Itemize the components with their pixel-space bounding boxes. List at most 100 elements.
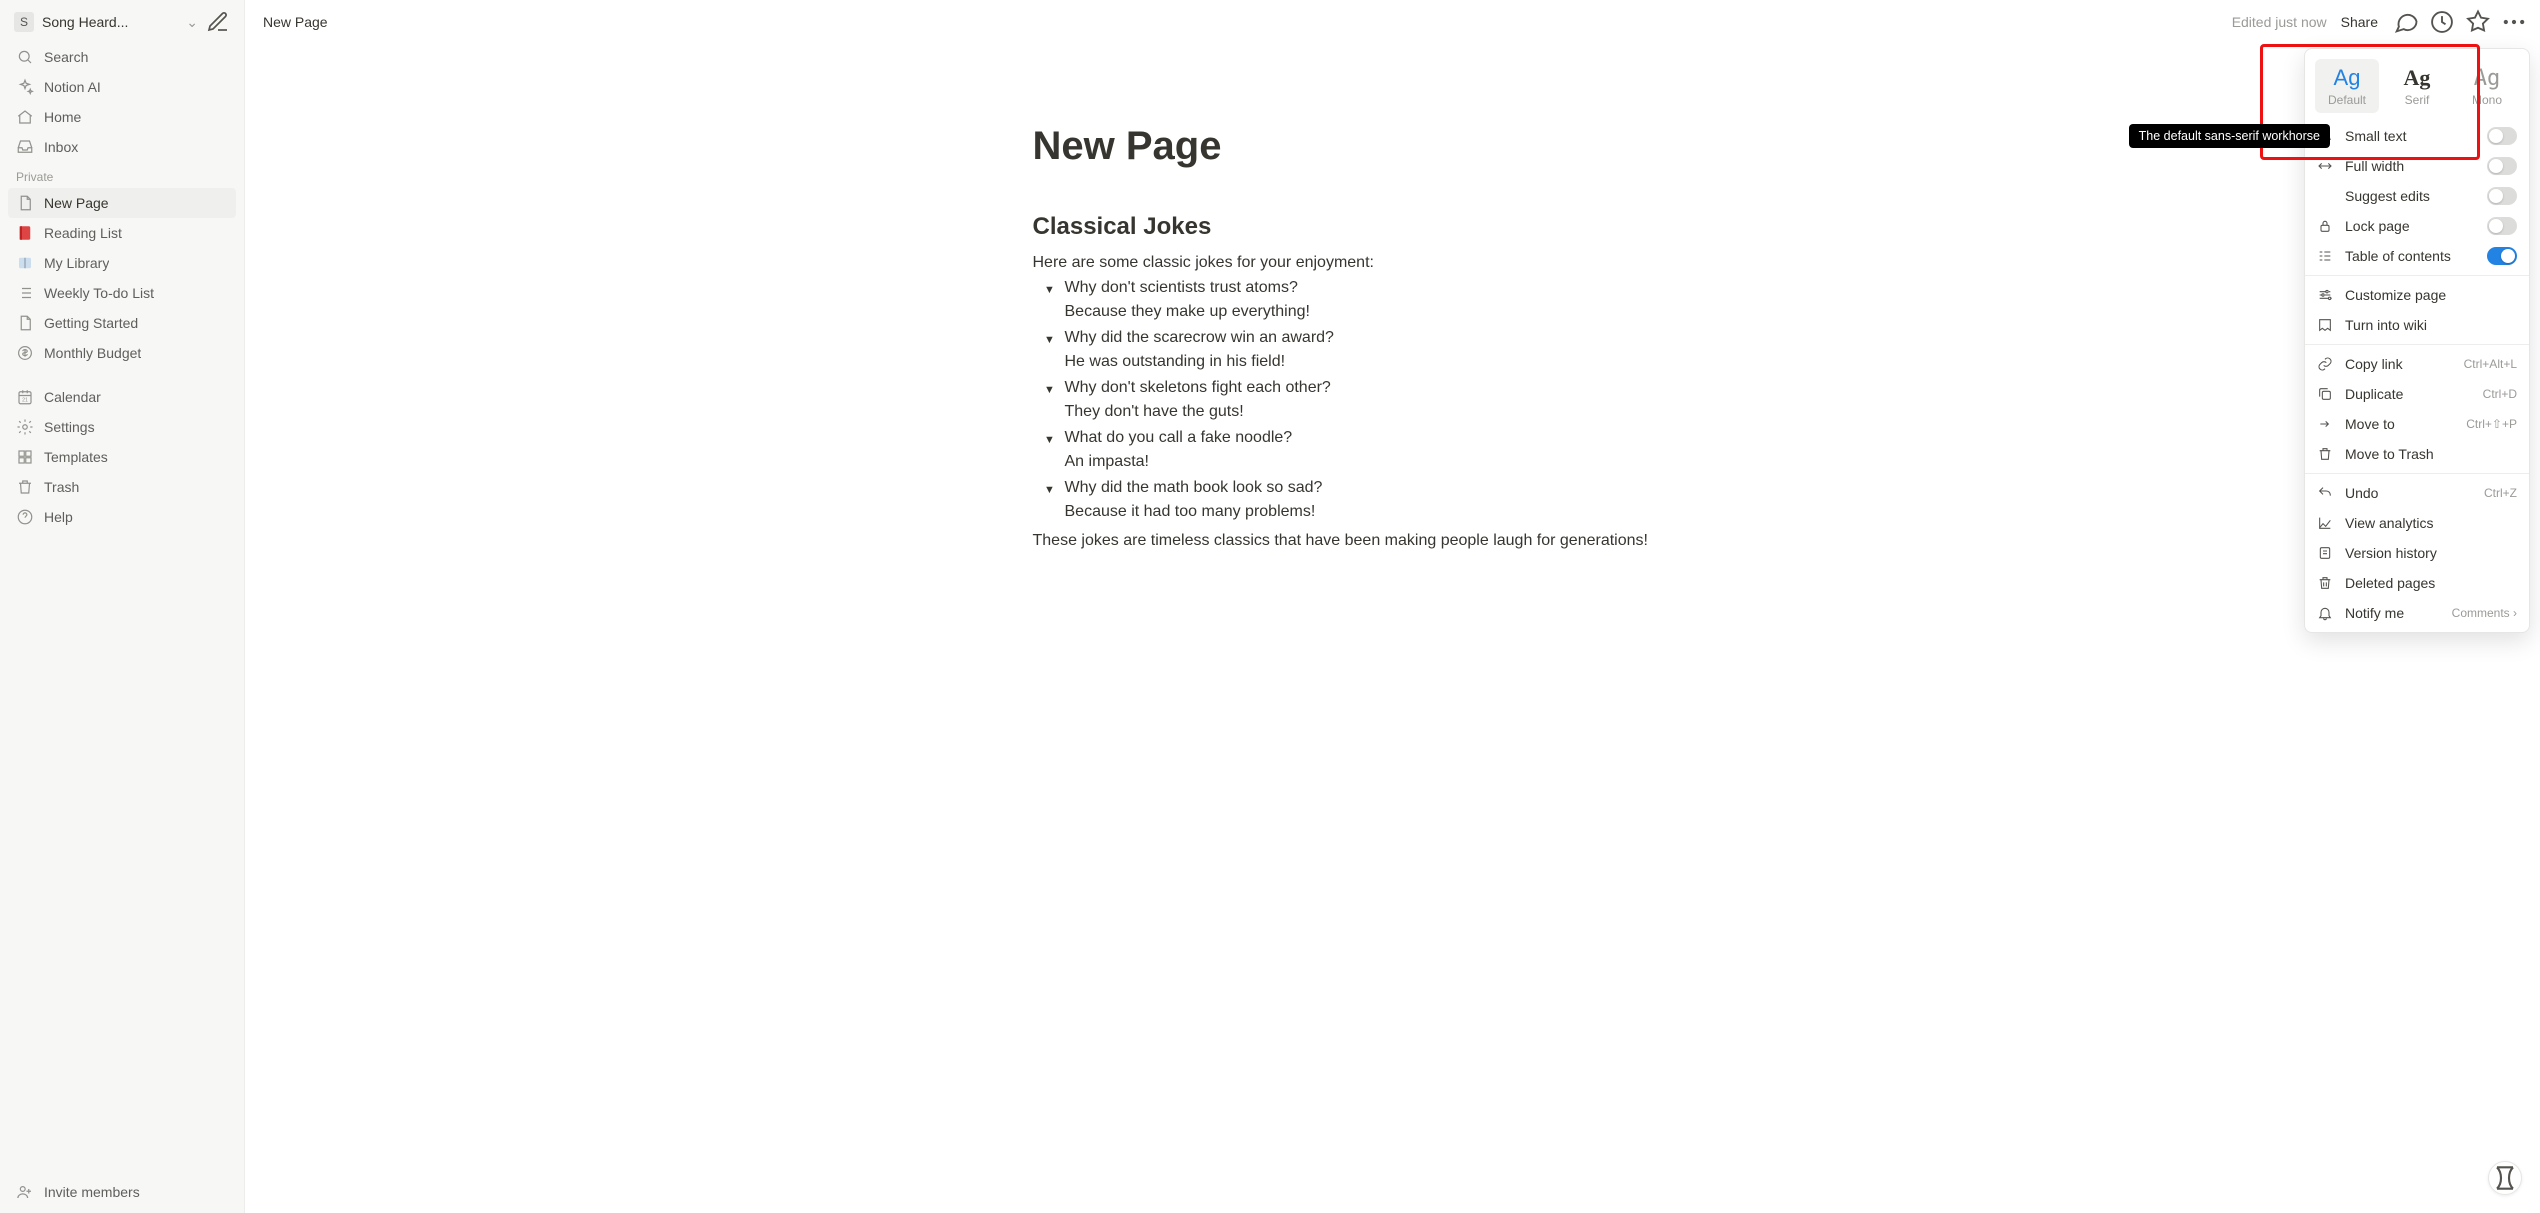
sidebar-page-monthly-budget[interactable]: Monthly Budget [8,338,236,368]
sidebar-home[interactable]: Home [8,102,236,132]
toggle-switch[interactable] [2487,247,2517,265]
toggle-switch[interactable] [2487,127,2517,145]
star-icon[interactable] [2464,8,2492,36]
sidebar-trash[interactable]: Trash [8,472,236,502]
sidebar-page-weekly-to-do-list[interactable]: Weekly To-do List [8,278,236,308]
wiki-icon [2317,317,2333,333]
sidebar-page-new-page[interactable]: New Page [8,188,236,218]
sidebar-page-getting-started[interactable]: Getting Started [8,308,236,338]
menu-item-label: Undo [2345,485,2472,501]
sidebar-page-my-library[interactable]: My Library [8,248,236,278]
menu-item-label: Full width [2345,158,2475,174]
joke-question: Why don't skeletons fight each other? [1065,379,1331,397]
sidebar-help[interactable]: Help [8,502,236,532]
sidebar-search[interactable]: Search [8,42,236,72]
sidebar-item-label: My Library [44,255,109,271]
deleted-icon [2317,575,2333,591]
floating-help-button[interactable] [2488,1161,2522,1195]
font-option-mono[interactable]: Ag Mono [2455,59,2519,113]
toggle-switch[interactable] [2487,157,2517,175]
toc-icon [2317,248,2333,264]
menu-item-label: Notify me [2345,605,2440,621]
font-sample: Ag [2404,65,2431,91]
sidebar-notion-ai[interactable]: Notion AI [8,72,236,102]
menu-small-text[interactable]: Small text [2305,121,2529,151]
breadcrumb[interactable]: New Page [257,10,334,34]
joke-toggle[interactable]: ▼Why did the scarecrow win an award?He w… [1043,329,1753,371]
clock-icon[interactable] [2428,8,2456,36]
menu-item-label: Lock page [2345,218,2475,234]
font-label-default: Default [2328,93,2366,107]
outro-paragraph[interactable]: These jokes are timeless classics that h… [1033,529,1753,553]
fullwidth-icon [2317,158,2333,174]
joke-toggle[interactable]: ▼Why did the math book look so sad?Becau… [1043,479,1753,521]
menu-item-label: Turn into wiki [2345,317,2517,333]
sidebar-item-label: Help [44,509,73,525]
menu-item-label: Version history [2345,545,2517,561]
menu-duplicate[interactable]: DuplicateCtrl+D [2305,379,2529,409]
menu-item-label: View analytics [2345,515,2517,531]
joke-toggle[interactable]: ▼ What do you call a fake noodle? An impas… [1043,429,1753,471]
menu-move-to-trash[interactable]: Move to Trash [2305,439,2529,469]
menu-full-width[interactable]: Full width [2305,151,2529,181]
triangle-down-icon: ▼ [1043,434,1057,446]
menu-lock-page[interactable]: Lock page [2305,211,2529,241]
sidebar-item-label: Reading List [44,225,122,241]
font-option-default[interactable]: Ag Default [2315,59,2379,113]
menu-notify-me[interactable]: Notify meComments › [2305,598,2529,628]
joke-question: Why did the scarecrow win an award? [1065,329,1334,347]
invite-members-label: Invite members [44,1184,140,1200]
heading-classical-jokes[interactable]: Classical Jokes [1033,213,1753,241]
sidebar-page-reading-list[interactable]: Reading List [8,218,236,248]
sidebar-item-label: Settings [44,419,95,435]
menu-copy-link[interactable]: Copy linkCtrl+Alt+L [2305,349,2529,379]
menu-deleted-pages[interactable]: Deleted pages [2305,568,2529,598]
sidebar-settings[interactable]: Settings [8,412,236,442]
compose-button[interactable] [206,10,230,34]
triangle-down-icon: ▼ [1043,284,1057,296]
joke-toggle[interactable]: ▼Why don't skeletons fight each other?Th… [1043,379,1753,421]
invite-members[interactable]: Invite members [8,1177,236,1207]
joke-answer: An impasta! [1065,453,1753,471]
list-icon [16,284,34,302]
menu-suggest-edits[interactable]: Suggest edits [2305,181,2529,211]
menu-table-of-contents[interactable]: Table of contents [2305,241,2529,271]
toggle-switch[interactable] [2487,217,2517,235]
menu-turn-into-wiki[interactable]: Turn into wiki [2305,310,2529,340]
trash-icon [2317,446,2333,462]
menu-item-label: Suggest edits [2345,188,2475,204]
sidebar-inbox[interactable]: Inbox [8,132,236,162]
workspace-switcher[interactable]: S Song Heard... ⌄ [8,6,236,38]
comments-icon[interactable] [2392,8,2420,36]
menu-undo[interactable]: UndoCtrl+Z [2305,478,2529,508]
sidebar-templates[interactable]: Templates [8,442,236,472]
history-icon [2317,545,2333,561]
joke-answer: Because they make up everything! [1065,303,1753,321]
share-button[interactable]: Share [2335,10,2384,34]
inbox-icon [16,138,34,156]
trash-icon [16,478,34,496]
customize-icon [2317,287,2333,303]
toggle-switch[interactable] [2487,187,2517,205]
font-label-mono: Mono [2472,93,2502,107]
calendar-icon: 21 [16,388,34,406]
font-option-serif[interactable]: Ag Serif [2385,59,2449,113]
menu-version-history[interactable]: Version history [2305,538,2529,568]
link-icon [2317,356,2333,372]
book-blue-icon [16,254,34,272]
sidebar-calendar[interactable]: 21Calendar [8,382,236,412]
menu-shortcut: Ctrl+D [2483,387,2517,401]
intro-paragraph[interactable]: Here are some classic jokes for your enj… [1033,251,1753,275]
menu-view-analytics[interactable]: View analytics [2305,508,2529,538]
menu-move-to[interactable]: Move toCtrl+⇧+P [2305,409,2529,439]
topbar: New Page Edited just now Share [245,0,2540,44]
undo-icon [2317,485,2333,501]
bell-icon [2317,605,2333,621]
page-title[interactable]: New Page [1033,124,1753,169]
menu-customize-page[interactable]: Customize page [2305,280,2529,310]
sidebar-item-label: Home [44,109,81,125]
more-icon[interactable] [2500,8,2528,36]
joke-toggle[interactable]: ▼Why don't scientists trust atoms?Becaus… [1043,279,1753,321]
joke-question: What do you call a fake noodle? [1065,429,1293,447]
menu-item-label: Deleted pages [2345,575,2517,591]
